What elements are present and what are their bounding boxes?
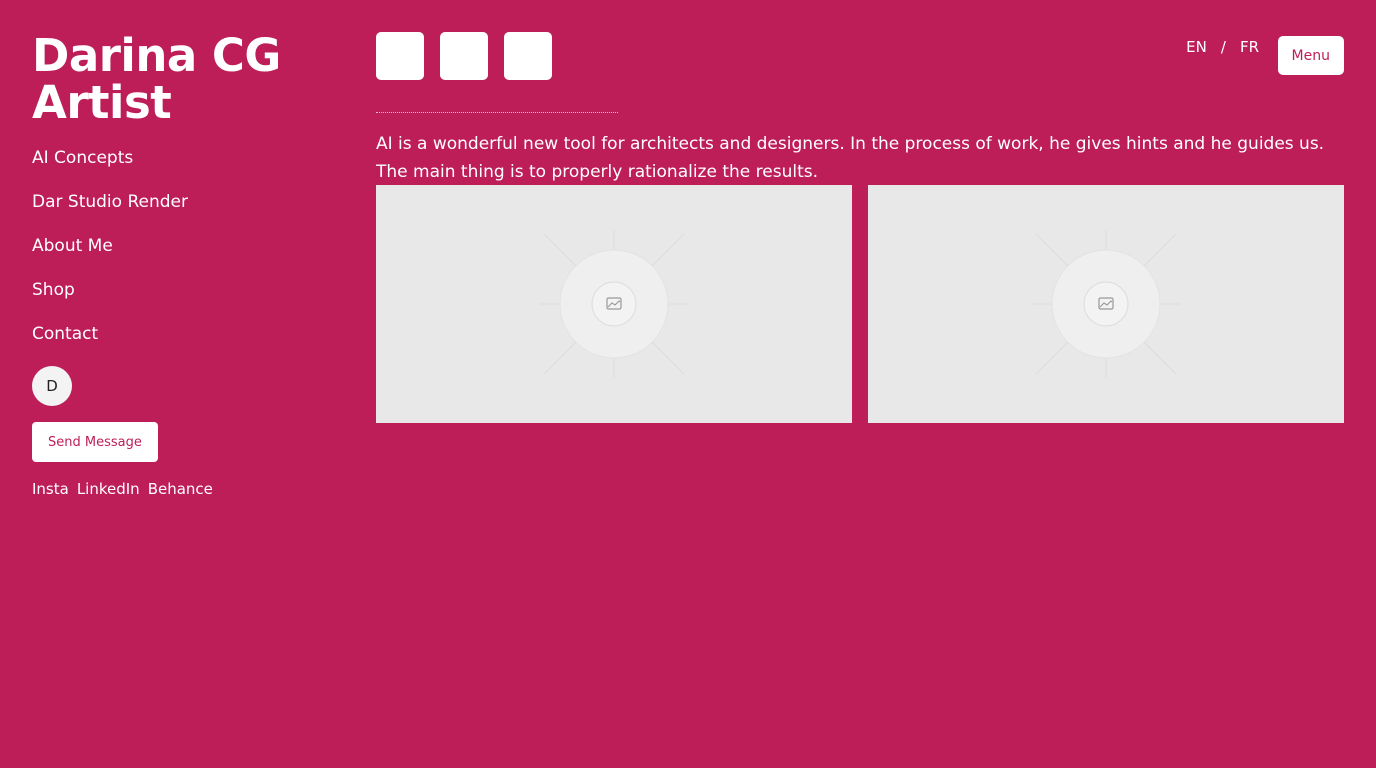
gallery-item[interactable] bbox=[376, 185, 852, 423]
social-link-linkedin[interactable]: LinkedIn bbox=[77, 480, 140, 498]
image-placeholder-icon bbox=[540, 230, 688, 378]
language-switcher: EN / FR bbox=[1186, 38, 1259, 56]
nav-item-contact[interactable]: Contact bbox=[32, 322, 332, 346]
lang-en[interactable]: EN bbox=[1186, 38, 1207, 56]
nav-item-shop[interactable]: Shop bbox=[32, 278, 332, 302]
toolbar-boxes bbox=[376, 32, 552, 80]
toolbar-box-2[interactable] bbox=[440, 32, 488, 80]
image-placeholder-icon bbox=[1032, 230, 1180, 378]
nav-item-dar-studio-render[interactable]: Dar Studio Render bbox=[32, 190, 332, 214]
social-link-behance[interactable]: Behance bbox=[148, 480, 213, 498]
sidebar: Darina CG Artist AI Concepts Dar Studio … bbox=[32, 32, 332, 498]
divider bbox=[376, 112, 618, 113]
intro-text: AI is a wonderful new tool for architect… bbox=[376, 134, 1325, 182]
social-links: Insta LinkedIn Behance bbox=[32, 480, 332, 498]
toolbar-box-3[interactable] bbox=[504, 32, 552, 80]
site-title-line-2: Artist bbox=[32, 76, 172, 129]
gallery-item[interactable] bbox=[868, 185, 1344, 423]
menu-button[interactable]: Menu bbox=[1277, 36, 1344, 75]
nav-item-ai-concepts[interactable]: AI Concepts bbox=[32, 146, 332, 170]
gallery bbox=[376, 185, 1344, 423]
social-link-insta[interactable]: Insta bbox=[32, 480, 69, 498]
toolbar-box-1[interactable] bbox=[376, 32, 424, 80]
nav-item-about-me[interactable]: About Me bbox=[32, 234, 332, 258]
site-title[interactable]: Darina CG Artist bbox=[32, 32, 332, 126]
send-message-button[interactable]: Send Message bbox=[32, 422, 158, 462]
lang-separator: / bbox=[1220, 38, 1226, 56]
main-nav: AI Concepts Dar Studio Render About Me S… bbox=[32, 146, 332, 346]
site-title-line-1: Darina CG bbox=[32, 29, 281, 82]
lang-fr[interactable]: FR bbox=[1240, 38, 1259, 56]
avatar[interactable]: D bbox=[32, 366, 72, 406]
